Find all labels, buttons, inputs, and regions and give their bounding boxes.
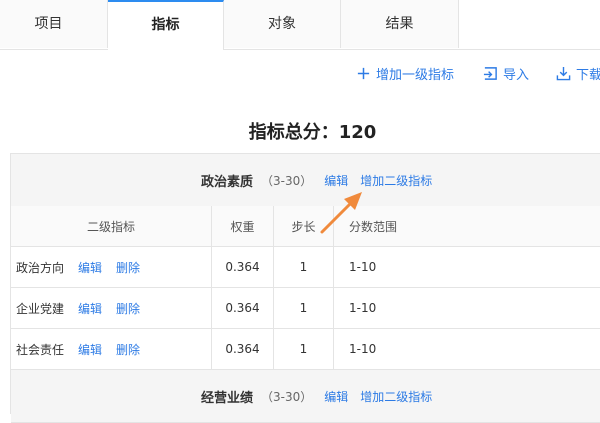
- add-level2-indicator-link[interactable]: 增加二级指标: [360, 172, 432, 189]
- score-range-cell: 1-10: [334, 329, 600, 369]
- group-name: 政治素质: [201, 174, 254, 190]
- tab-object[interactable]: 对象: [224, 0, 341, 48]
- indicator-name: 企业党建: [16, 301, 65, 316]
- add-level2-indicator-link[interactable]: 增加二级指标: [360, 388, 432, 405]
- download-button[interactable]: 下载: [556, 64, 600, 83]
- header-score-range: 分数范围: [334, 206, 600, 246]
- indicator-table: 政治素质 （3-30） 编辑 增加二级指标 二级指标 权重 步长 分数范围 政治…: [10, 153, 600, 423]
- edit-link[interactable]: 编辑: [78, 300, 102, 317]
- header-weight: 权重: [212, 206, 274, 246]
- indicator-name: 政治方向: [16, 260, 65, 275]
- annotation-arrow-icon: [320, 192, 362, 234]
- table-row: 政治方向 编辑 删除 0.364 1 1-10: [11, 247, 600, 288]
- download-label: 下载: [576, 68, 600, 83]
- group-row: 政治素质 （3-30） 编辑 增加二级指标: [11, 154, 600, 207]
- indicator-name: 社会责任: [16, 342, 65, 357]
- score-range-cell: 1-10: [334, 288, 600, 328]
- edit-group-link[interactable]: 编辑: [324, 172, 348, 189]
- tab-bar: 项目 指标 对象 结果: [0, 0, 600, 50]
- weight-cell: 0.364: [212, 247, 274, 287]
- edit-group-link[interactable]: 编辑: [324, 388, 348, 405]
- group-row: 经营业绩 （3-30） 编辑 增加二级指标: [11, 370, 600, 423]
- import-icon: [483, 67, 497, 80]
- group-range: （3-30）: [261, 173, 313, 188]
- table-row: 社会责任 编辑 删除 0.364 1 1-10: [11, 329, 600, 370]
- tab-project[interactable]: 项目: [0, 0, 108, 48]
- delete-link[interactable]: 删除: [116, 300, 140, 317]
- download-icon: [556, 66, 571, 81]
- header-level2-indicator: 二级指标: [11, 206, 212, 246]
- score-range-cell: 1-10: [334, 247, 600, 287]
- import-label: 导入: [503, 68, 530, 83]
- step-cell: 1: [274, 288, 334, 328]
- group-name: 经营业绩: [201, 390, 254, 406]
- edit-link[interactable]: 编辑: [78, 341, 102, 358]
- table-row: 企业党建 编辑 删除 0.364 1 1-10: [11, 288, 600, 329]
- add-level1-indicator-label: 增加一级指标: [376, 68, 455, 83]
- edit-link[interactable]: 编辑: [78, 259, 102, 276]
- table-header: 二级指标 权重 步长 分数范围: [11, 206, 600, 247]
- plus-icon: [357, 67, 370, 80]
- delete-link[interactable]: 删除: [116, 341, 140, 358]
- step-cell: 1: [274, 329, 334, 369]
- indicator-total-score: 指标总分：120: [248, 122, 377, 143]
- add-level1-indicator-button[interactable]: 增加一级指标: [356, 64, 454, 83]
- step-cell: 1: [274, 247, 334, 287]
- group-range: （3-30）: [261, 389, 313, 404]
- weight-cell: 0.364: [212, 288, 274, 328]
- import-button[interactable]: 导入: [483, 64, 529, 83]
- weight-cell: 0.364: [212, 329, 274, 369]
- tab-result[interactable]: 结果: [341, 0, 459, 48]
- tab-indicator[interactable]: 指标: [108, 0, 224, 50]
- delete-link[interactable]: 删除: [116, 259, 140, 276]
